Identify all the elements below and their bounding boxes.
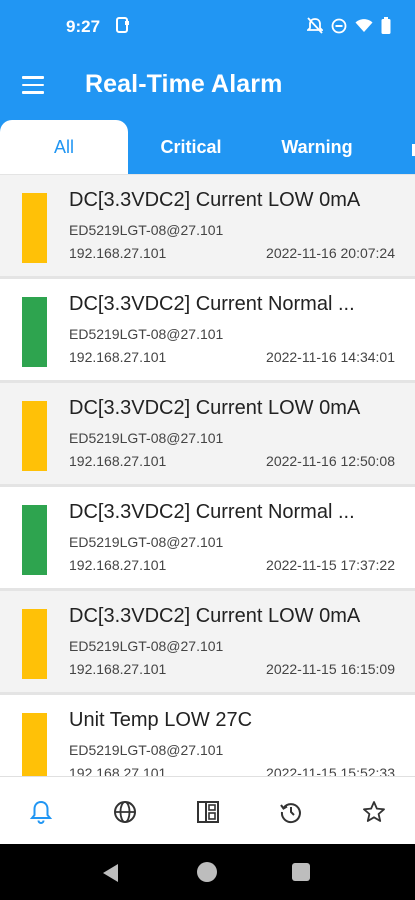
alarm-item[interactable]: DC[3.3VDC2] Current LOW 0mA ED5219LGT-08… [0,175,415,276]
alarm-timestamp: 2022-11-16 20:07:24 [266,245,395,261]
tab-label: Critical [160,136,222,157]
alarm-device: ED5219LGT-08@27.101 [69,430,224,446]
alarm-device: ED5219LGT-08@27.101 [69,534,224,550]
severity-indicator [22,297,47,367]
home-icon[interactable] [197,862,217,882]
alarm-timestamp: 2022-11-15 17:37:22 [266,557,395,573]
globe-icon[interactable] [110,797,140,827]
tab-warning[interactable]: Warning [254,120,380,174]
battery-icon [381,17,391,39]
history-icon[interactable] [276,797,306,827]
alarm-message: Unit Temp LOW 27C [69,709,253,731]
app-bar: Real-Time Alarm [0,52,415,118]
alarm-item[interactable]: Unit Temp LOW 27C ED5219LGT-08@27.101 19… [0,695,415,776]
alarm-message: DC[3.3VDC2] Current LOW 0mA [69,397,361,419]
alarm-message: DC[3.3VDC2] Current LOW 0mA [69,605,361,627]
page-title: Real-Time Alarm [85,70,283,98]
alarm-device: ED5219LGT-08@27.101 [69,638,224,654]
alarm-ip: 192.168.27.101 [69,245,167,261]
dashboard-icon[interactable] [193,797,223,827]
tab-critical[interactable]: Critical [128,120,254,174]
do-not-disturb-icon [331,18,347,39]
alarm-ip: 192.168.27.101 [69,349,167,365]
alarm-message: DC[3.3VDC2] Current Normal ... [69,501,355,523]
system-navigation-bar [0,844,415,900]
alarm-timestamp: 2022-11-15 16:15:09 [266,661,395,677]
alarm-message: DC[3.3VDC2] Current Normal ... [69,293,355,315]
alarm-ip: 192.168.27.101 [69,661,167,677]
recents-icon[interactable] [292,863,310,881]
hamburger-menu-icon[interactable] [22,76,44,94]
tab-all[interactable]: All [0,120,128,174]
alarm-ip: 192.168.27.101 [69,453,167,469]
clipboard-notification-icon [116,17,130,39]
alarm-timestamp: 2022-11-16 14:34:01 [266,349,395,365]
tab-label: Warning [281,136,353,157]
severity-indicator [22,193,47,263]
bell-icon[interactable] [26,797,56,827]
alarm-device: ED5219LGT-08@27.101 [69,742,224,758]
severity-indicator [22,713,47,776]
status-time: 9:27 [66,17,101,36]
alarm-ip: 192.168.27.101 [69,765,167,776]
tab-label: All [53,136,74,157]
alarm-item[interactable]: DC[3.3VDC2] Current LOW 0mA ED5219LGT-08… [0,383,415,484]
alarm-device: ED5219LGT-08@27.101 [69,326,224,342]
severity-indicator [22,505,47,575]
tab-bar: All Critical Warning [0,118,415,174]
star-icon[interactable] [359,797,389,827]
alarm-item[interactable]: DC[3.3VDC2] Current LOW 0mA ED5219LGT-08… [0,591,415,692]
bell-off-icon [305,17,325,39]
back-icon[interactable] [103,864,118,882]
status-bar: 9:27 [0,0,415,52]
alarm-device: ED5219LGT-08@27.101 [69,222,224,238]
alarm-list[interactable]: DC[3.3VDC2] Current LOW 0mA ED5219LGT-08… [0,174,415,776]
severity-indicator [22,609,47,679]
alarm-item[interactable]: DC[3.3VDC2] Current Normal ... ED5219LGT… [0,487,415,588]
wifi-icon [355,18,373,38]
alarm-timestamp: 2022-11-16 12:50:08 [266,453,395,469]
alarm-ip: 192.168.27.101 [69,557,167,573]
alarm-message: DC[3.3VDC2] Current LOW 0mA [69,189,361,211]
severity-indicator [22,401,47,471]
alarm-timestamp: 2022-11-15 15:52:33 [266,765,395,776]
alarm-item[interactable]: DC[3.3VDC2] Current Normal ... ED5219LGT… [0,279,415,380]
bottom-navigation [0,776,415,844]
